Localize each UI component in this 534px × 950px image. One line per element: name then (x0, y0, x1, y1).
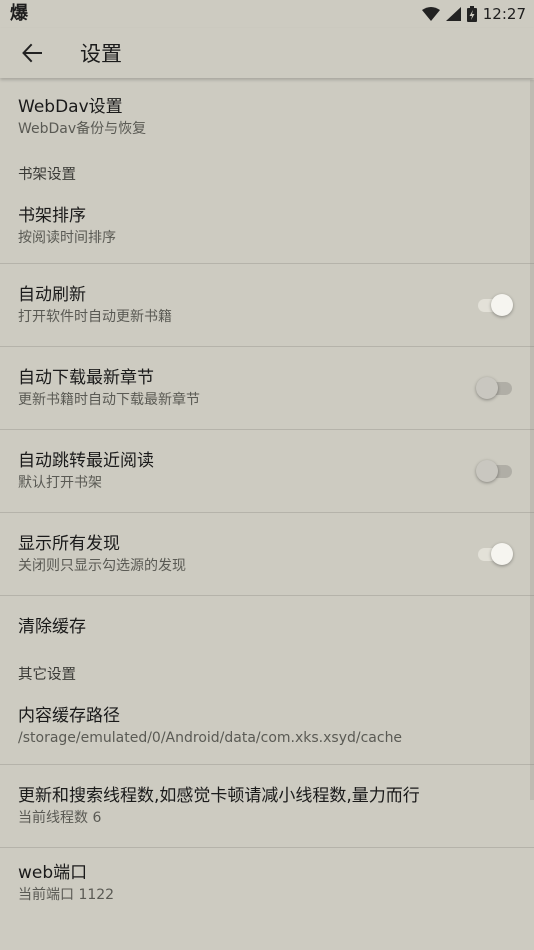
pref-bookshelf-sort[interactable]: 书架排序 按阅读时间排序 (0, 190, 534, 264)
pref-title: 自动下载最新章节 (18, 367, 154, 388)
pref-summary: 当前端口 1122 (18, 886, 115, 903)
switch-thumb (476, 377, 498, 399)
pref-summary: 默认打开书架 (18, 474, 102, 491)
pref-summary: 关闭则只显示勾选源的发现 (18, 557, 186, 574)
pref-title: 清除缓存 (18, 617, 86, 637)
auto-download-switch[interactable] (476, 377, 512, 399)
pref-summary: 更新书籍时自动下载最新章节 (18, 391, 200, 408)
status-icons: 12:27 (421, 5, 526, 23)
status-time: 12:27 (482, 5, 526, 23)
status-bar: 爆 12:27 (0, 0, 534, 28)
settings-list: WebDav设置 WebDav备份与恢复 书架设置 书架排序 按阅读时间排序 自… (0, 78, 534, 918)
show-all-discover-switch[interactable] (478, 543, 513, 565)
arrow-left-icon (22, 43, 42, 63)
pref-content-cache-path[interactable]: 内容缓存路径 /storage/emulated/0/Android/data/… (0, 688, 534, 765)
pref-summary: /storage/emulated/0/Android/data/com.xks… (18, 729, 403, 746)
pref-webdav-settings[interactable]: WebDav设置 WebDav备份与恢复 (0, 78, 534, 156)
category-other-settings: 其它设置 (18, 666, 76, 683)
wifi-icon (421, 7, 440, 21)
cell-signal-icon (445, 7, 461, 21)
pref-clear-cache[interactable]: 清除缓存 (0, 596, 534, 658)
category-bookshelf-settings: 书架设置 (18, 166, 76, 183)
pref-show-all-discover[interactable]: 显示所有发现 关闭则只显示勾选源的发现 (0, 513, 534, 596)
pref-summary: 当前线程数 6 (18, 809, 102, 826)
pref-title: WebDav设置 (18, 96, 123, 117)
pref-title: 更新和搜索线程数,如感觉卡顿请减小线程数,量力而行 (18, 785, 420, 806)
auto-jump-switch[interactable] (476, 460, 512, 482)
toolbar: 设置 (0, 28, 534, 78)
pref-title: 自动刷新 (18, 284, 86, 305)
pref-thread-count[interactable]: 更新和搜索线程数,如感觉卡顿请减小线程数,量力而行 当前线程数 6 (0, 765, 534, 848)
page-title: 设置 (80, 42, 122, 66)
pref-web-port[interactable]: web端口 当前端口 1122 (0, 848, 534, 918)
switch-thumb (476, 460, 498, 482)
pref-auto-jump-recent[interactable]: 自动跳转最近阅读 默认打开书架 (0, 430, 534, 513)
pref-title: 自动跳转最近阅读 (18, 450, 154, 471)
pref-summary: WebDav备份与恢复 (18, 120, 147, 137)
auto-refresh-switch[interactable] (478, 294, 513, 316)
pref-title: 内容缓存路径 (18, 705, 120, 726)
switch-thumb (491, 543, 513, 565)
notification-icon: 爆 (10, 3, 28, 24)
pref-title: 显示所有发现 (18, 533, 120, 554)
pref-auto-download-latest[interactable]: 自动下载最新章节 更新书籍时自动下载最新章节 (0, 347, 534, 430)
pref-summary: 按阅读时间排序 (18, 230, 116, 246)
pref-title: web端口 (18, 862, 88, 883)
pref-title: 书架排序 (18, 206, 86, 226)
pref-summary: 打开软件时自动更新书籍 (18, 308, 172, 325)
switch-thumb (491, 294, 513, 316)
back-button[interactable] (18, 39, 46, 67)
pref-auto-refresh[interactable]: 自动刷新 打开软件时自动更新书籍 (0, 264, 534, 347)
battery-icon (466, 6, 477, 22)
scrollbar[interactable] (530, 80, 534, 800)
